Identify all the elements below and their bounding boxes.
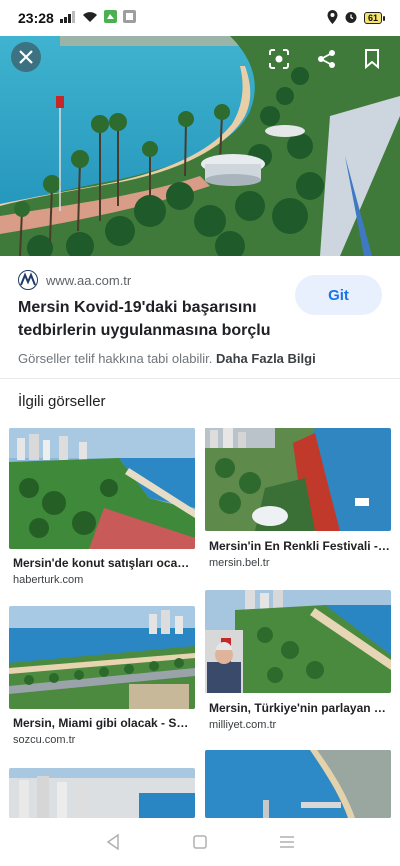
- source-url: www.aa.com.tr: [46, 272, 132, 288]
- related-source: milliyet.com.tr: [209, 719, 277, 731]
- related-image-card[interactable]: Mersin, Miami gibi olacak - S… sozcu.com…: [9, 606, 195, 751]
- lens-icon: [269, 49, 289, 69]
- copyright-text: Görseller telif hakkına tabi olabilir.: [18, 351, 213, 366]
- related-source: mersin.bel.tr: [209, 557, 270, 569]
- related-thumbnail: [9, 768, 195, 818]
- related-thumbnail: [9, 428, 195, 549]
- home-icon: [193, 835, 207, 849]
- app-notification-icon: [103, 10, 117, 26]
- alarm-icon: [344, 10, 358, 27]
- related-title: Mersin, Miami gibi olacak - S…: [13, 716, 189, 730]
- nav-menu-button[interactable]: [272, 827, 302, 857]
- learn-more-link[interactable]: Daha Fazla Bilgi: [216, 351, 316, 366]
- share-icon: [318, 50, 335, 68]
- related-thumbnail: [205, 590, 391, 693]
- close-icon: [19, 50, 33, 64]
- system-nav-bar: [0, 818, 400, 866]
- battery-indicator: 61: [363, 12, 386, 24]
- related-image-card[interactable]: Mersin'de konut satışları oca… haberturk…: [9, 428, 195, 588]
- related-title: Mersin'in En Renkli Festivali - …: [209, 539, 391, 553]
- bookmark-icon: [365, 49, 379, 69]
- related-title: Mersin, Türkiye'nin parlayan y…: [209, 701, 391, 715]
- share-button[interactable]: [312, 44, 342, 74]
- related-source: haberturk.com: [13, 574, 84, 586]
- nav-home-button[interactable]: [185, 827, 215, 857]
- aa-logo-icon: [18, 270, 38, 290]
- save-button[interactable]: [357, 44, 387, 74]
- nav-back-button[interactable]: [98, 827, 128, 857]
- back-icon: [107, 834, 120, 850]
- visit-button[interactable]: Git: [295, 275, 382, 315]
- result-title[interactable]: Mersin Kovid-19'daki başarısını tedbirle…: [18, 296, 278, 342]
- related-image-card[interactable]: [9, 768, 195, 818]
- divider: [0, 378, 400, 379]
- source-row[interactable]: www.aa.com.tr: [18, 270, 131, 290]
- copyright-notice: Görseller telif hakkına tabi olabilir. D…: [18, 351, 316, 366]
- menu-icon: [279, 836, 294, 848]
- related-image-card[interactable]: Mersin, Türkiye'nin parlayan y… milliyet…: [205, 590, 391, 735]
- lens-search-button[interactable]: [264, 44, 294, 74]
- related-images-heading: İlgili görseller: [18, 393, 106, 410]
- signal-icon: [59, 10, 76, 26]
- location-icon: [327, 9, 338, 27]
- related-thumbnail: [205, 750, 391, 818]
- related-source: sozcu.com.tr: [13, 734, 76, 746]
- wifi-icon: [82, 11, 98, 26]
- status-bar: 23:28 61: [0, 0, 400, 36]
- related-thumbnail: [9, 606, 195, 709]
- app-notification-icon: [122, 10, 136, 26]
- image-viewer-page: 23:28 61 www.aa.com.tr Mersin Kovid-19'd…: [0, 0, 400, 866]
- related-thumbnail: [205, 428, 391, 531]
- close-button[interactable]: [11, 42, 41, 72]
- related-title: Mersin'de konut satışları oca…: [13, 556, 190, 570]
- related-image-card[interactable]: [205, 750, 391, 818]
- related-image-card[interactable]: Mersin'in En Renkli Festivali - … mersin…: [205, 428, 391, 573]
- main-image[interactable]: [0, 36, 400, 256]
- status-time: 23:28: [18, 10, 54, 26]
